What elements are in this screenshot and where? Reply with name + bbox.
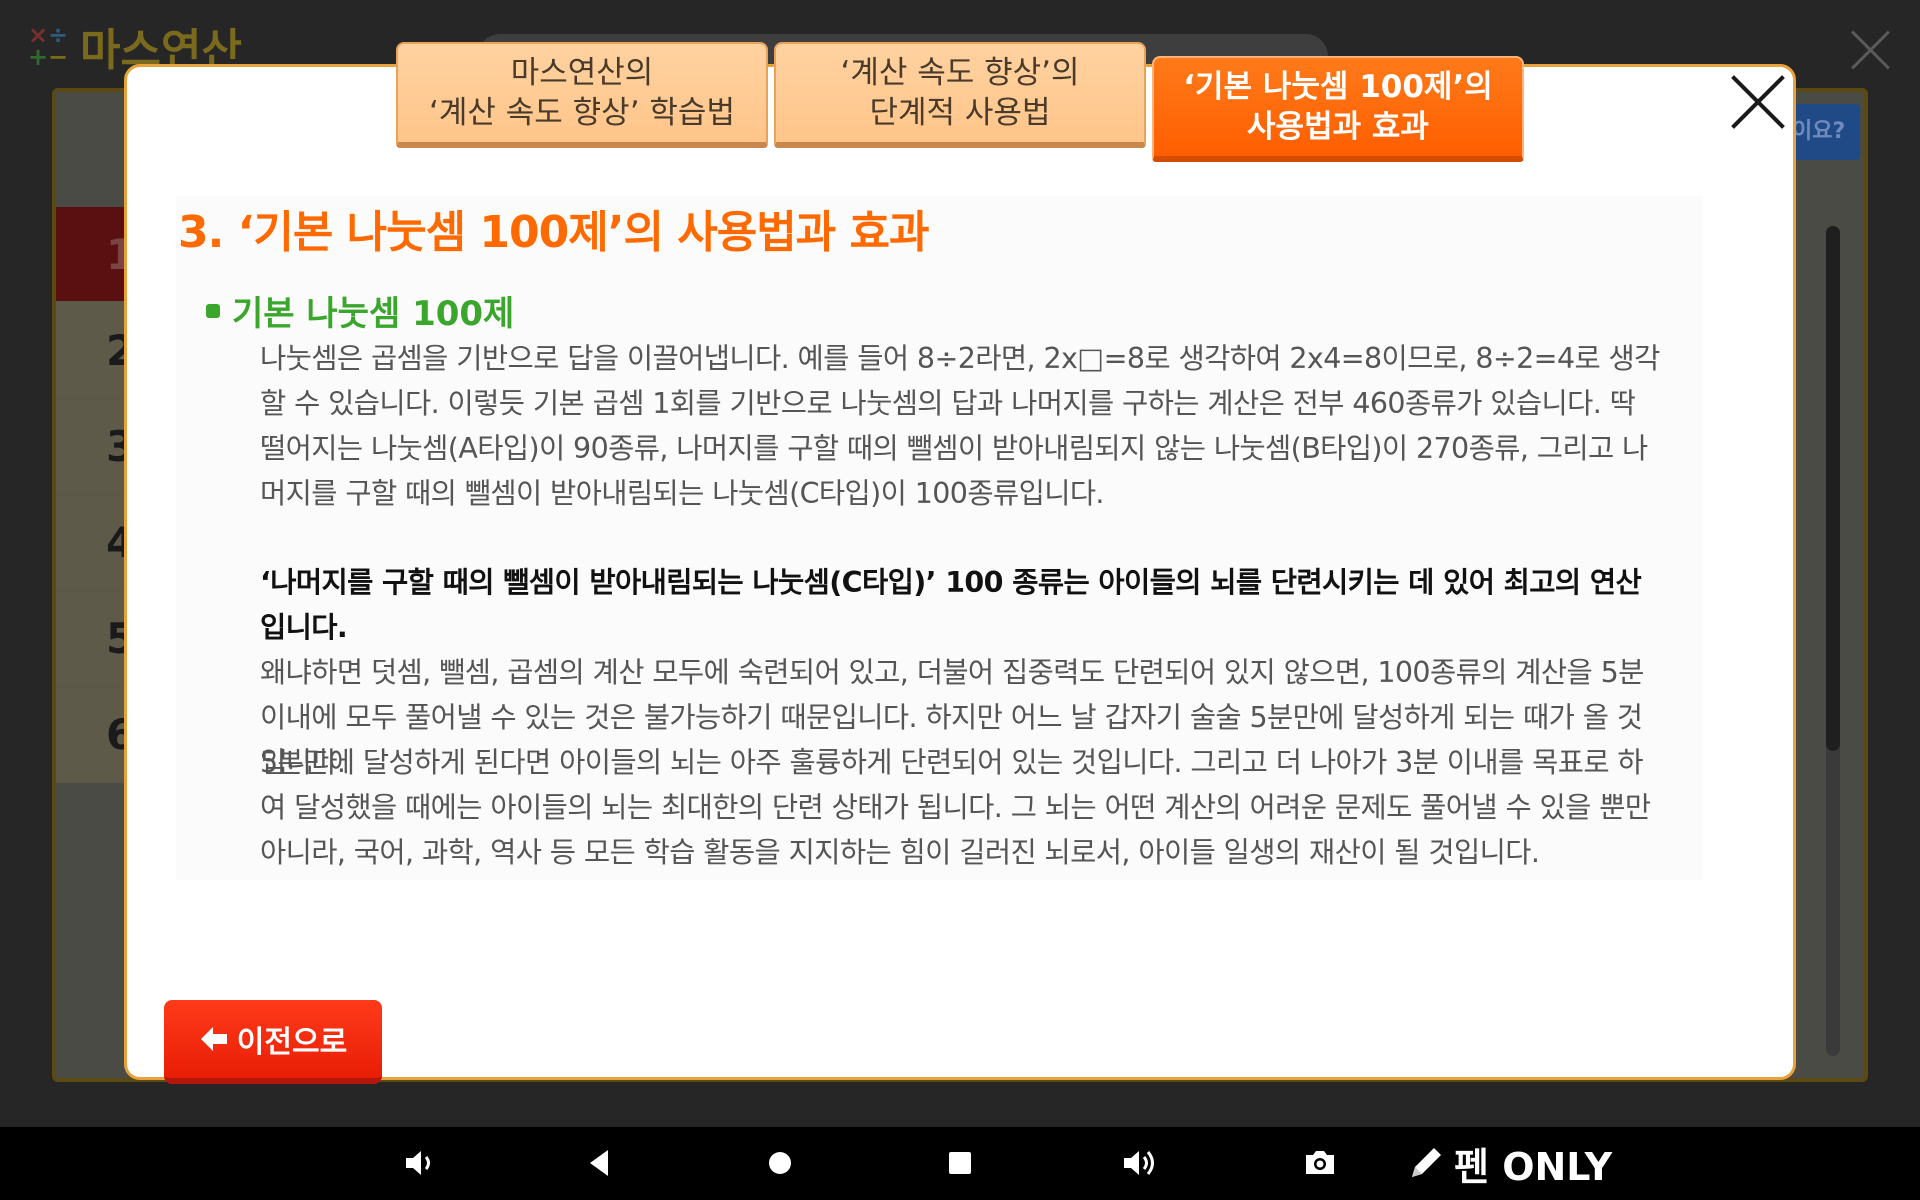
previous-button[interactable]: 이전으로: [164, 1000, 382, 1084]
volume-up-icon[interactable]: [1118, 1141, 1162, 1185]
tab-step-usage[interactable]: ‘계산 속도 향상’의 단계적 사용법: [774, 42, 1146, 148]
recent-apps-icon[interactable]: [938, 1141, 982, 1185]
tab-label-line1: 마스연산의: [510, 55, 654, 91]
camera-icon[interactable]: [1298, 1141, 1342, 1185]
sub-title: 기본 나눗셈 100제: [206, 286, 514, 335]
bullet-icon: [206, 303, 220, 318]
tab-learning-method[interactable]: 마스연산의 ‘계산 속도 향상’ 학습법: [396, 42, 768, 148]
paragraph-3: 5분만에 달성하게 된다면 아이들의 뇌는 아주 훌륭하게 단련되어 있는 것입…: [260, 746, 1651, 869]
tab-label-line2: 단계적 사용법: [869, 95, 1051, 131]
background-scrollbar-thumb[interactable]: [1826, 226, 1840, 751]
close-icon[interactable]: [1728, 72, 1788, 132]
tab-label-line2: 사용법과 효과: [1247, 109, 1429, 145]
pen-only-label: 펜 ONLY: [1454, 1144, 1613, 1189]
tab-label-line1: ‘기본 나눗셈 100제’의: [1183, 69, 1493, 105]
section-title: 3. ‘기본 나눗셈 100제’의 사용법과 효과: [178, 207, 929, 258]
volume-down-icon[interactable]: [398, 1141, 442, 1185]
math-symbols-icon: × ÷ + −: [28, 21, 69, 71]
paragraph-2-bold: ‘나머지를 구할 때의 뺄셈이 받아내림되는 나눗셈(C타입)’ 100 종류는…: [260, 566, 1642, 644]
tab-label-line2: ‘계산 속도 향상’ 학습법: [429, 95, 735, 131]
app-close-icon[interactable]: [1848, 28, 1892, 72]
tab-label-line1: ‘계산 속도 향상’의: [840, 55, 1080, 91]
pen-only-button[interactable]: 펜 ONLY: [1406, 1137, 1612, 1189]
arrow-left-icon: [200, 1027, 227, 1051]
system-navigation-bar: 펜 ONLY: [0, 1127, 1920, 1200]
back-icon[interactable]: [578, 1141, 622, 1185]
sub-title-text: 기본 나눗셈 100제: [232, 294, 515, 334]
tab-division-100[interactable]: ‘기본 나눗셈 100제’의 사용법과 효과: [1152, 56, 1524, 162]
home-icon[interactable]: [758, 1141, 802, 1185]
pen-icon: [1412, 1148, 1441, 1177]
previous-button-label: 이전으로: [236, 1025, 348, 1060]
paragraph-1: 나눗셈은 곱셈을 기반으로 답을 이끌어냅니다. 예를 들어 8÷2라면, 2x…: [260, 342, 1660, 510]
